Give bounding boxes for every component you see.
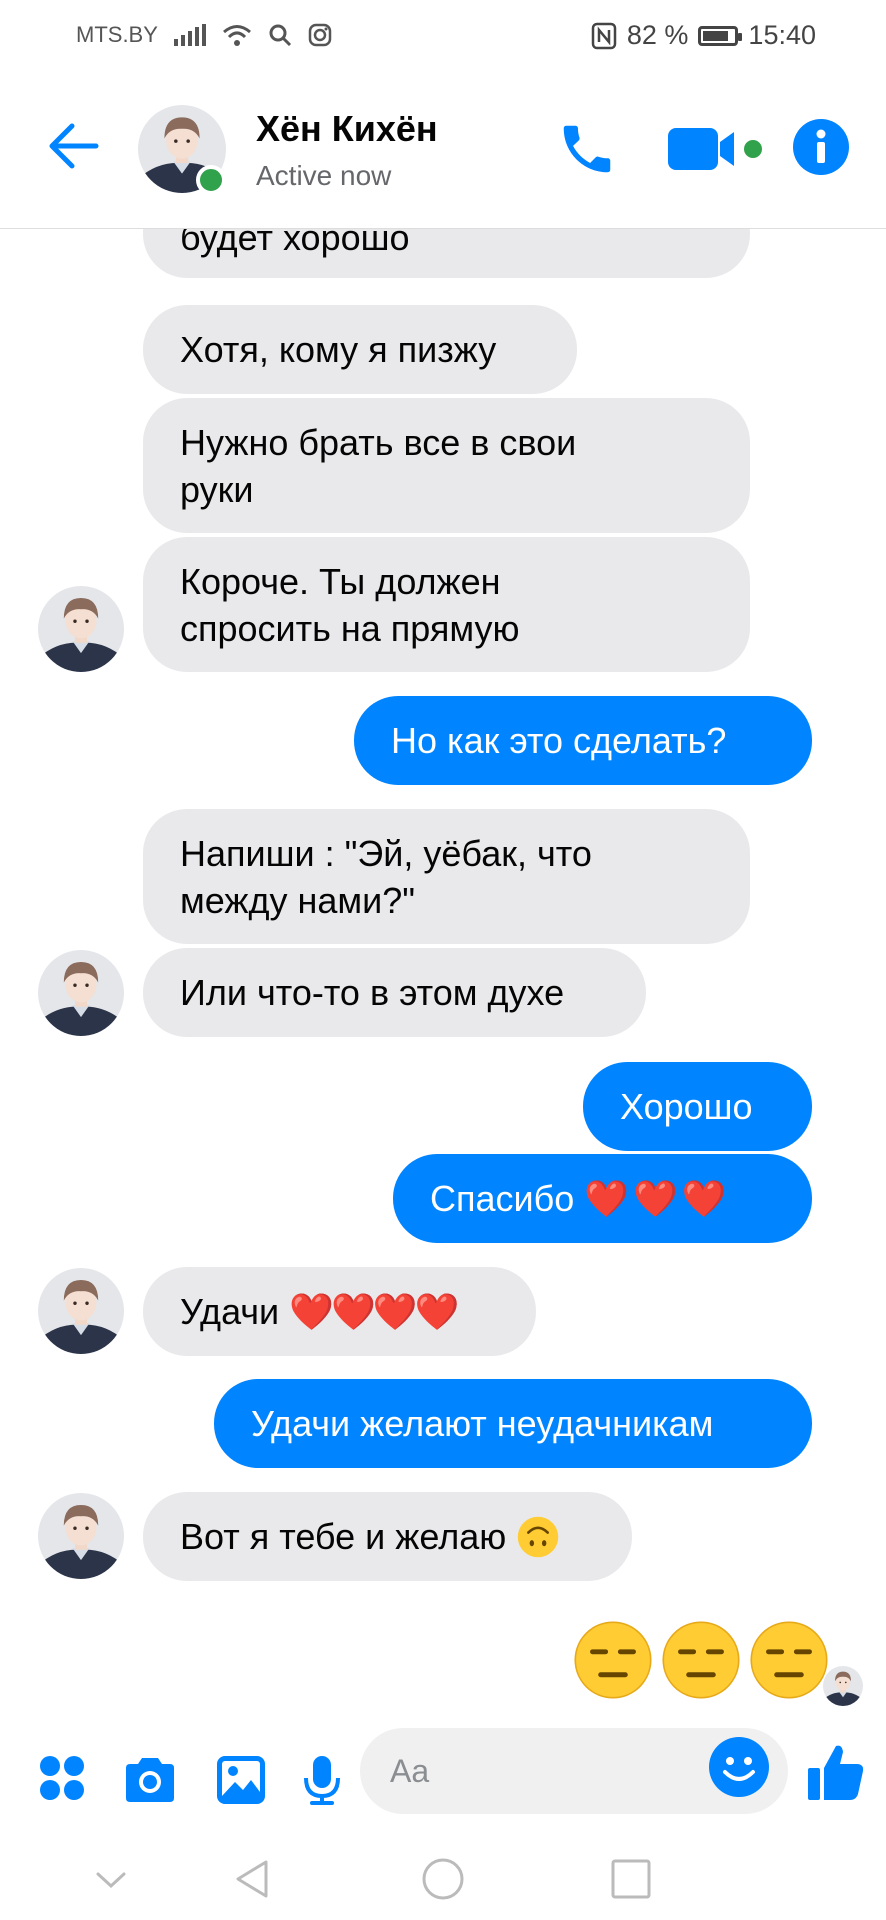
message-text: Спасибо bbox=[430, 1178, 575, 1219]
online-indicator bbox=[196, 165, 226, 195]
seen-avatar bbox=[823, 1666, 863, 1706]
nfc-icon bbox=[591, 22, 617, 49]
composer-bar bbox=[0, 1726, 886, 1838]
message-bubble-incoming[interactable]: Удачи ❤️❤️❤️❤️ bbox=[143, 1267, 536, 1356]
signal-icon bbox=[173, 24, 206, 46]
contact-avatar-small bbox=[38, 1493, 124, 1579]
contact-avatar-small bbox=[38, 950, 124, 1036]
message-bubble-incoming[interactable]: будет хорошо bbox=[143, 229, 750, 278]
message-bubble-outgoing[interactable]: Хорошо bbox=[583, 1062, 812, 1151]
phone-icon[interactable] bbox=[556, 118, 618, 180]
battery-icon bbox=[698, 25, 743, 46]
contact-avatar-small bbox=[38, 586, 124, 672]
nav-home-icon[interactable] bbox=[420, 1856, 466, 1902]
system-nav-bar bbox=[0, 1838, 886, 1920]
message-bubble-incoming[interactable]: Короче. Ты должен спросить на прямую bbox=[143, 537, 750, 672]
message-bubble-outgoing[interactable]: Удачи желают неудачникам bbox=[214, 1379, 812, 1468]
status-bar: MTS.BY 82 % 15:40 bbox=[0, 0, 886, 70]
conversation-header: Хён Кихён Active now bbox=[0, 70, 886, 229]
info-icon[interactable] bbox=[792, 118, 850, 176]
nav-down-icon[interactable] bbox=[88, 1856, 134, 1902]
nav-back-icon[interactable] bbox=[230, 1856, 276, 1902]
video-active-dot bbox=[744, 140, 762, 158]
video-camera-icon[interactable] bbox=[668, 124, 750, 174]
nav-recents-icon[interactable] bbox=[608, 1856, 654, 1902]
message-text: Вот я тебе и желаю bbox=[180, 1516, 507, 1557]
contact-status: Active now bbox=[256, 160, 392, 191]
expressionless-face-icon bbox=[748, 1619, 830, 1701]
message-bubble-outgoing[interactable]: Спасибо ❤️ ❤️ ❤️ bbox=[393, 1154, 812, 1243]
battery-percent: 82 % bbox=[626, 20, 689, 50]
contact-avatar-small bbox=[38, 1268, 124, 1354]
wifi-icon bbox=[222, 25, 251, 46]
message-thread[interactable]: будет хорошо Хотя, кому я пизжу Нужно бр… bbox=[0, 229, 886, 1726]
instagram-icon bbox=[308, 23, 332, 47]
microphone-icon[interactable] bbox=[302, 1754, 342, 1806]
carrier-label: MTS.BY bbox=[76, 22, 158, 47]
message-bubble-incoming[interactable]: Нужно брать все в свои руки bbox=[143, 398, 750, 533]
message-bubble-incoming[interactable]: Или что-то в этом духе bbox=[143, 948, 646, 1037]
search-icon bbox=[269, 24, 291, 47]
camera-icon[interactable] bbox=[122, 1754, 178, 1806]
apps-icon[interactable] bbox=[38, 1754, 86, 1802]
message-bubble-outgoing[interactable]: Но как это сделать? bbox=[354, 696, 812, 785]
heart-emoji-group: ❤️ ❤️ ❤️ bbox=[584, 1178, 726, 1219]
message-bubble-incoming[interactable]: Хотя, кому я пизжу bbox=[143, 305, 577, 394]
heart-emoji-group: ❤️❤️❤️❤️ bbox=[289, 1291, 459, 1332]
upside-down-face-icon bbox=[517, 1516, 559, 1557]
gallery-icon[interactable] bbox=[215, 1754, 267, 1806]
expressionless-face-icon bbox=[660, 1619, 742, 1701]
message-text: Удачи bbox=[180, 1291, 280, 1332]
emoji-icon[interactable] bbox=[708, 1736, 770, 1798]
expressionless-face-icon bbox=[572, 1619, 654, 1701]
emoji-message-outgoing[interactable] bbox=[572, 1619, 830, 1701]
thumbs-up-icon[interactable] bbox=[806, 1742, 866, 1802]
clock: 15:40 bbox=[748, 20, 816, 50]
message-bubble-incoming[interactable]: Вот я тебе и желаю bbox=[143, 1492, 632, 1581]
back-arrow-icon[interactable] bbox=[46, 120, 102, 172]
contact-name[interactable]: Хён Кихён bbox=[256, 108, 438, 150]
message-bubble-incoming[interactable]: Напиши : "Эй, уёбак, что между нами?" bbox=[143, 809, 750, 944]
